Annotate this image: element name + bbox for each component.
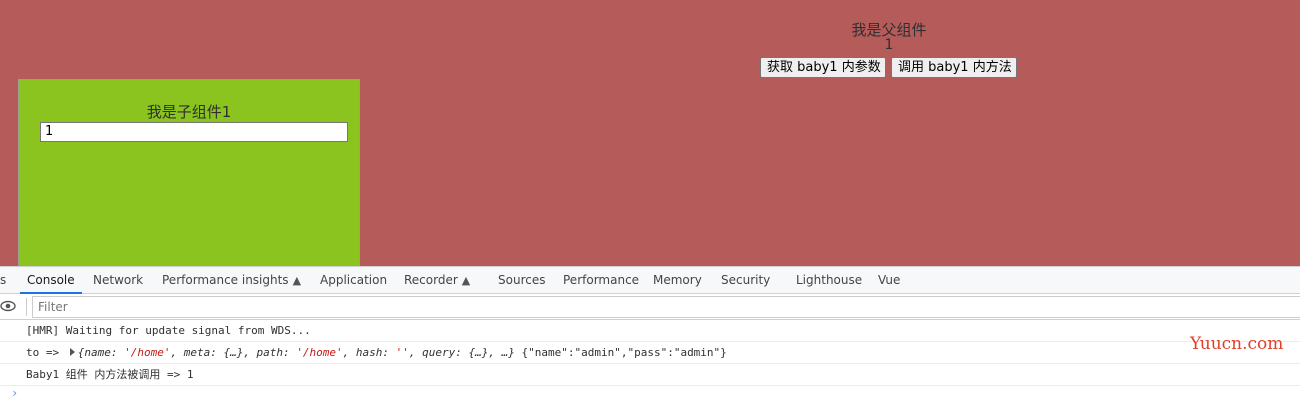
console-filter-input[interactable]: Filter xyxy=(32,296,1300,318)
watermark-text: Yuucn.com xyxy=(1190,334,1284,354)
obj-part: , hash: xyxy=(342,346,396,359)
tab-recorder[interactable]: Recorder ▲ xyxy=(404,267,470,294)
tab-security[interactable]: Security xyxy=(721,267,770,294)
obj-part: , query: {…}, …} xyxy=(408,346,515,359)
obj-part: {name: xyxy=(77,346,125,359)
flask-icon: ▲ xyxy=(461,274,471,287)
console-log-line: [HMR] Waiting for update signal from WDS… xyxy=(0,320,1300,342)
console-log-area: [HMR] Waiting for update signal from WDS… xyxy=(0,320,1300,400)
eye-icon[interactable] xyxy=(0,299,16,313)
obj-string: '/home' xyxy=(124,346,171,359)
toolbar-divider xyxy=(26,298,27,316)
expand-triangle-icon[interactable] xyxy=(69,348,75,356)
tab-performance[interactable]: Performance xyxy=(563,267,639,294)
child-component-title: 我是子组件1 xyxy=(146,103,232,121)
console-filter-bar: Filter xyxy=(0,294,1300,320)
console-log-line: Baby1 组件 内方法被调用 => 1 xyxy=(0,364,1300,386)
get-baby1-params-button[interactable]: 获取 baby1 内参数 xyxy=(760,57,886,78)
tab-application[interactable]: Application xyxy=(320,267,387,294)
console-prompt-icon[interactable]: › xyxy=(11,386,18,400)
log-prefix: to => xyxy=(26,346,60,359)
flask-icon: ▲ xyxy=(292,274,302,287)
call-baby1-method-button[interactable]: 调用 baby1 内方法 xyxy=(891,57,1017,78)
parent-count-value: 1 xyxy=(884,37,894,53)
tab-sources[interactable]: Sources xyxy=(498,267,545,294)
child-component-box: 我是子组件1 1 xyxy=(18,79,360,266)
child-text-input[interactable]: 1 xyxy=(40,122,348,142)
tab-vue[interactable]: Vue xyxy=(878,267,900,294)
tab-lighthouse[interactable]: Lighthouse xyxy=(796,267,862,294)
log-object-preview[interactable]: {name: '/home', meta: {…}, path: '/home'… xyxy=(78,346,515,359)
devtools-panel: s Console Network Performance insights ▲ … xyxy=(0,266,1300,400)
app-viewport: 我是父组件 1 获取 baby1 内参数 调用 baby1 内方法 我是子组件1… xyxy=(0,0,1300,266)
obj-part: , meta: {…}, path: xyxy=(170,346,297,359)
obj-string: '/home' xyxy=(296,346,343,359)
tab-label: Recorder xyxy=(404,273,458,287)
console-log-line: to => {name: '/home', meta: {…}, path: '… xyxy=(0,342,1300,364)
tab-memory[interactable]: Memory xyxy=(653,267,702,294)
log-json-string: {"name":"admin","pass":"admin"} xyxy=(521,346,727,359)
devtools-tab-bar: s Console Network Performance insights ▲ … xyxy=(0,266,1300,294)
obj-string: '' xyxy=(395,346,409,359)
tab-label: Performance insights xyxy=(162,273,289,287)
tab-console[interactable]: Console xyxy=(20,267,82,294)
tab-truncated[interactable]: s xyxy=(0,267,6,294)
tab-performance-insights[interactable]: Performance insights ▲ xyxy=(162,267,301,294)
tab-network[interactable]: Network xyxy=(93,267,143,294)
